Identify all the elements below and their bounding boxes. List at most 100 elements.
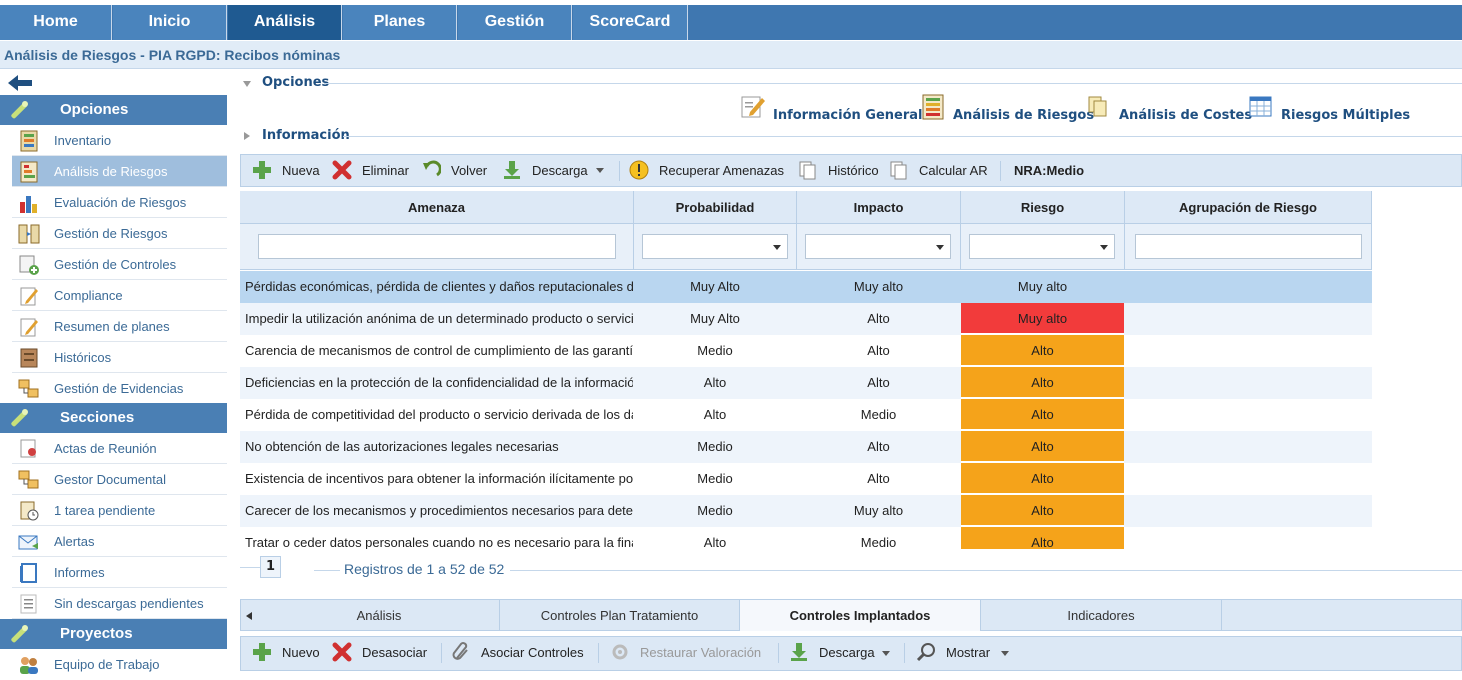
eliminar-button[interactable]: Eliminar: [332, 155, 412, 186]
scroll-left-icon[interactable]: [245, 611, 253, 621]
toolbar-separator: [904, 643, 905, 663]
mostrar-dropdown[interactable]: Mostrar: [916, 637, 1016, 668]
cost-icon: [1088, 96, 1107, 117]
wrench-icon: [11, 101, 28, 119]
risk-badge: Alto: [961, 495, 1124, 527]
agrupacion-filter-input[interactable]: [1135, 234, 1362, 259]
records-info: Registros de 1 a 52 de 52: [344, 561, 505, 577]
sidebar-item-resumen-planes[interactable]: Resumen de planes: [12, 311, 227, 342]
sidebar-item-historicos[interactable]: Históricos: [12, 342, 227, 373]
historico-button[interactable]: Histórico: [798, 155, 879, 186]
table-row[interactable]: No obtención de las autorizaciones legal…: [240, 431, 1372, 463]
informacion-general-button[interactable]: Información General: [740, 92, 922, 128]
nuevo-button[interactable]: Nuevo: [252, 637, 322, 668]
nav-tab-inicio[interactable]: Inicio: [113, 5, 227, 40]
filter-cell: [797, 224, 961, 270]
sidebar-section-secciones[interactable]: Secciones: [0, 403, 227, 433]
sidebar-item-informes[interactable]: Informes: [12, 557, 227, 588]
analisis-riesgos-button[interactable]: Análisis de Riesgos: [920, 92, 1094, 128]
grid-toolbar: Nueva Eliminar Volver Descarga Recuperar…: [240, 154, 1462, 187]
table-row[interactable]: Deficiencias en la protección de la conf…: [240, 367, 1372, 399]
tab-indicadores[interactable]: Indicadores: [981, 600, 1222, 631]
riesgo-filter-select[interactable]: [969, 234, 1115, 259]
sidebar-item-descargas[interactable]: Sin descargas pendientes: [12, 588, 227, 619]
nav-tab-gestion[interactable]: Gestión: [458, 5, 572, 40]
sidebar-item-actas-reunion[interactable]: Actas de Reunión: [12, 433, 227, 464]
detail-toolbar: Nuevo Desasociar Asociar Controles Resta…: [240, 636, 1462, 671]
table-row[interactable]: Carecer de los mecanismos y procedimient…: [240, 495, 1372, 527]
detail-tabs: Análisis Controles Plan Tratamiento Cont…: [240, 599, 1462, 631]
risk-management-icon: [18, 224, 40, 244]
warning-icon: [629, 160, 649, 180]
table-row[interactable]: Pérdidas económicas, pérdida de clientes…: [240, 271, 1372, 303]
tab-controles-implantados[interactable]: Controles Implantados: [740, 600, 981, 631]
probabilidad-filter-select[interactable]: [642, 234, 788, 259]
analisis-costes-button[interactable]: Análisis de Costes: [1086, 92, 1252, 128]
sidebar-section-proyectos[interactable]: Proyectos: [0, 619, 227, 649]
tab-analisis[interactable]: Análisis: [259, 600, 500, 631]
expand-triangle-icon[interactable]: [243, 131, 251, 141]
sidebar-item-gestor-documental[interactable]: Gestor Documental: [12, 464, 227, 495]
sidebar-item-gestion-controles[interactable]: Gestión de Controles: [12, 249, 227, 280]
nav-tab-planes[interactable]: Planes: [343, 5, 457, 40]
collapse-triangle-icon[interactable]: [242, 80, 252, 88]
sidebar-item-gestion-riesgos[interactable]: Gestión de Riesgos: [12, 218, 227, 249]
sidebar-item-evaluacion-riesgos[interactable]: Evaluación de Riesgos: [12, 187, 227, 218]
list-icon: [20, 594, 37, 614]
table-row[interactable]: Carencia de mecanismos de control de cum…: [240, 335, 1372, 367]
sidebar-section-label: Secciones: [60, 409, 135, 426]
column-header-probabilidad[interactable]: Probabilidad: [634, 191, 797, 224]
column-header-agrupacion[interactable]: Agrupación de Riesgo: [1125, 191, 1372, 224]
sidebar-section-opciones[interactable]: Opciones: [0, 95, 227, 125]
restaurar-valoracion-button[interactable]: Restaurar Valoración: [610, 637, 770, 668]
page-button[interactable]: 1: [260, 556, 281, 578]
top-navigation: Home Inicio Análisis Planes Gestión Scor…: [0, 0, 1462, 40]
riesgos-multiples-button[interactable]: Riesgos Múltiples: [1248, 92, 1410, 128]
sidebar-item-compliance[interactable]: Compliance: [12, 280, 227, 311]
table-row[interactable]: Pérdida de competitividad del producto o…: [240, 399, 1372, 431]
nav-tab-analisis[interactable]: Análisis: [228, 5, 342, 40]
controls-icon: [19, 255, 39, 275]
quick-actions: Información General Análisis de Riesgos …: [740, 92, 1440, 128]
plus-icon: [253, 643, 271, 661]
sidebar-item-gestion-evidencias[interactable]: Gestión de Evidencias: [12, 373, 227, 404]
toolbar-separator: [1000, 161, 1001, 181]
tab-controles-plan-tratamiento[interactable]: Controles Plan Tratamiento: [500, 600, 740, 631]
sidebar-item-inventario[interactable]: Inventario: [12, 125, 227, 156]
filter-cell: [1125, 224, 1372, 270]
sidebar-section-label: Opciones: [60, 101, 129, 118]
descarga-dropdown[interactable]: Descarga: [789, 637, 895, 668]
impacto-filter-select[interactable]: [805, 234, 951, 259]
amenaza-filter-input[interactable]: [258, 234, 616, 259]
nav-tab-scorecard[interactable]: ScoreCard: [573, 5, 688, 40]
table-row[interactable]: Impedir la utilización anónima de un det…: [240, 303, 1372, 335]
column-header-amenaza[interactable]: Amenaza: [240, 191, 634, 224]
column-header-impacto[interactable]: Impacto: [797, 191, 961, 224]
pencil-icon: [20, 318, 38, 337]
sidebar-item-tareas[interactable]: 1 tarea pendiente: [12, 495, 227, 526]
asociar-controles-button[interactable]: Asociar Controles: [451, 637, 591, 668]
gear-icon: [612, 644, 628, 660]
calcular-ar-button[interactable]: Calcular AR: [889, 155, 989, 186]
volver-button[interactable]: Volver: [421, 155, 493, 186]
opciones-fold-label[interactable]: Opciones: [262, 75, 329, 90]
sidebar-item-equipo-trabajo[interactable]: Equipo de Trabajo: [12, 649, 227, 680]
table-row[interactable]: Tratar o ceder datos personales cuando n…: [240, 527, 1372, 549]
grid-body: Pérdidas económicas, pérdida de clientes…: [240, 271, 1372, 549]
chevron-down-icon: [882, 651, 890, 656]
sidebar-item-analisis-riesgos[interactable]: Análisis de Riesgos: [12, 156, 227, 187]
informacion-fold-label[interactable]: Información: [262, 128, 350, 143]
back-arrow-icon[interactable]: [8, 75, 34, 91]
desasociar-button[interactable]: Desasociar: [332, 637, 432, 668]
divider: [510, 570, 1462, 571]
table-icon: [1249, 96, 1272, 117]
sidebar: Opciones Inventario Análisis de Riesgos …: [0, 70, 228, 674]
sidebar-item-alertas[interactable]: Alertas: [12, 526, 227, 557]
column-header-riesgo[interactable]: Riesgo: [961, 191, 1125, 224]
table-row[interactable]: Existencia de incentivos para obtener la…: [240, 463, 1372, 495]
nav-tab-home[interactable]: Home: [0, 5, 112, 40]
recuperar-amenazas-button[interactable]: Recuperar Amenazas: [629, 155, 789, 186]
nueva-button[interactable]: Nueva: [252, 155, 322, 186]
download-icon: [791, 643, 807, 661]
descarga-dropdown[interactable]: Descarga: [502, 155, 608, 186]
